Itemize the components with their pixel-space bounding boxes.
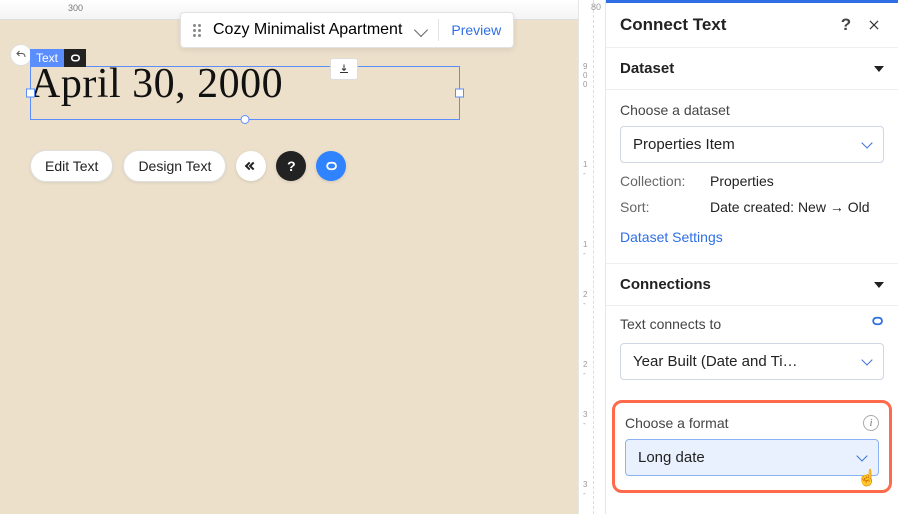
chevron-down-icon [856,450,867,461]
sort-value: Date created: New → Old [710,199,870,215]
chevron-down-icon [861,137,872,148]
format-select-value: Long date [638,449,705,466]
chevron-down-icon [874,282,884,288]
resize-handle-left[interactable] [26,89,35,98]
download-icon[interactable] [330,58,358,80]
sort-label: Sort: [620,199,710,215]
dataset-select-value: Properties Item [633,136,735,153]
collection-value: Properties [710,173,774,189]
rotate-handle[interactable] [241,115,250,124]
dataset-heading: Dataset [620,60,674,77]
separator [438,19,439,41]
preview-button[interactable]: Preview [451,22,501,38]
ruler-vertical: 80 900 1- 1- 2- 2- 3- 3- [578,0,606,514]
format-select[interactable]: Long date [625,439,879,476]
floating-toolbar: Edit Text Design Text ? [30,150,346,182]
dataset-section-header[interactable]: Dataset [606,48,898,90]
panel-title: Connect Text [620,15,726,35]
format-label: Choose a format [625,415,863,431]
connected-icon [64,49,86,67]
dataset-select[interactable]: Properties Item [620,126,884,163]
dataset-settings-link[interactable]: Dataset Settings [620,229,723,245]
info-icon[interactable]: i [863,415,879,431]
element-tag: Text [30,49,86,67]
connects-to-label: Text connects to [620,316,870,332]
design-text-button[interactable]: Design Text [123,150,226,182]
format-highlight-box: Choose a format i Long date [612,400,892,493]
selection-box [30,66,460,120]
collection-label: Collection: [620,173,710,189]
drag-handle-icon[interactable] [193,24,201,37]
dataset-section-body: Choose a dataset Properties Item Collect… [606,90,898,264]
connect-data-button[interactable] [316,151,346,181]
help-button[interactable]: ? [276,151,306,181]
animation-button[interactable] [236,151,266,181]
chevron-down-icon[interactable] [414,23,428,37]
resize-handle-right[interactable] [455,89,464,98]
page-title[interactable]: Cozy Minimalist Apartment [213,21,402,39]
field-select[interactable]: Year Built (Date and Ti… [620,343,884,380]
connections-heading: Connections [620,276,711,293]
connects-to-row: Text connects to [606,306,898,343]
field-select-value: Year Built (Date and Ti… [633,353,798,370]
undo-button[interactable] [10,44,32,66]
panel-close-button[interactable] [864,15,884,35]
connections-section-header[interactable]: Connections [606,264,898,306]
edit-text-button[interactable]: Edit Text [30,150,113,182]
chevron-down-icon [861,354,872,365]
panel-help-button[interactable]: ? [836,15,856,35]
page-switcher-bar: Cozy Minimalist Apartment Preview [180,12,514,48]
element-tag-label: Text [30,49,64,67]
choose-dataset-label: Choose a dataset [620,102,884,118]
connect-text-panel: Connect Text ? Dataset Choose a dataset … [606,0,898,514]
chevron-down-icon [874,66,884,72]
connected-icon [870,314,884,333]
panel-header: Connect Text ? [606,3,898,48]
editor-canvas[interactable]: Cozy Minimalist Apartment Preview Text A… [0,0,578,514]
ruler-mark: 80 [591,2,601,12]
